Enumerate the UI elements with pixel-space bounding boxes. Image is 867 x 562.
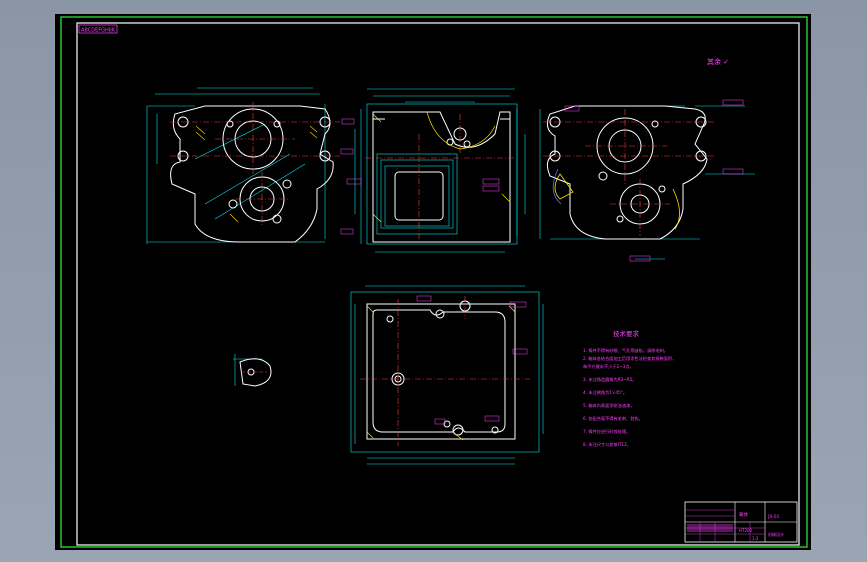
scale: 1:2 [752, 536, 759, 541]
rear-view [539, 99, 755, 262]
inner-frame [76, 22, 800, 546]
side-section-view [340, 88, 526, 253]
roughness-note: 其余 ✓ [707, 57, 729, 66]
tech-title: 技术要求 [613, 329, 640, 338]
top-plan-view [350, 285, 544, 465]
outer-frame [60, 16, 808, 548]
tech-line: 5. 箱体内表面涂耐油油漆。 [583, 402, 634, 409]
drawing-canvas: ABCDEFGHIJK 其余 ✓ 技术要求 1. 铸件不得有砂眼、气孔等缺陷，清… [55, 14, 811, 550]
tech-line: 6. 各配合面不得有毛刺、划伤。 [583, 415, 643, 422]
front-view [146, 87, 355, 244]
stamp-text: ABCDEFGHIJK [81, 28, 116, 34]
drawing-number: JX-01 [767, 514, 780, 520]
tech-line: 8. 未注尺寸公差按IT12。 [583, 441, 631, 448]
cad-drawing: ABCDEFGHIJK 其余 ✓ 技术要求 1. 铸件不得有砂眼、气孔等缺陷，清… [60, 16, 808, 548]
tech-line: 每平方厘米不少于2~3点。 [583, 363, 634, 370]
technical-requirements: 技术要求 1. 铸件不得有砂眼、气孔等缺陷，清除毛刺。 2. 箱体各结合面加工后… [583, 329, 676, 448]
tech-line: 7. 铸件应进行时效处理。 [583, 428, 630, 435]
tech-line: 2. 箱体各结合面加工后用涂色法检查其接触面积， [583, 355, 676, 362]
tech-line: 1. 铸件不得有砂眼、气孔等缺陷，清除毛刺。 [583, 347, 668, 354]
material: HT200 [739, 528, 753, 533]
detail-view [233, 354, 272, 387]
title-block: 箱体 JX-01 HT200 1:2 机械设计 [684, 501, 798, 543]
company: 机械设计 [768, 531, 784, 537]
part-name: 箱体 [739, 511, 748, 518]
tech-line: 4. 未注倒角为1×45°。 [583, 389, 627, 396]
tech-line: 3. 未注铸造圆角为R3~R5。 [583, 376, 636, 383]
